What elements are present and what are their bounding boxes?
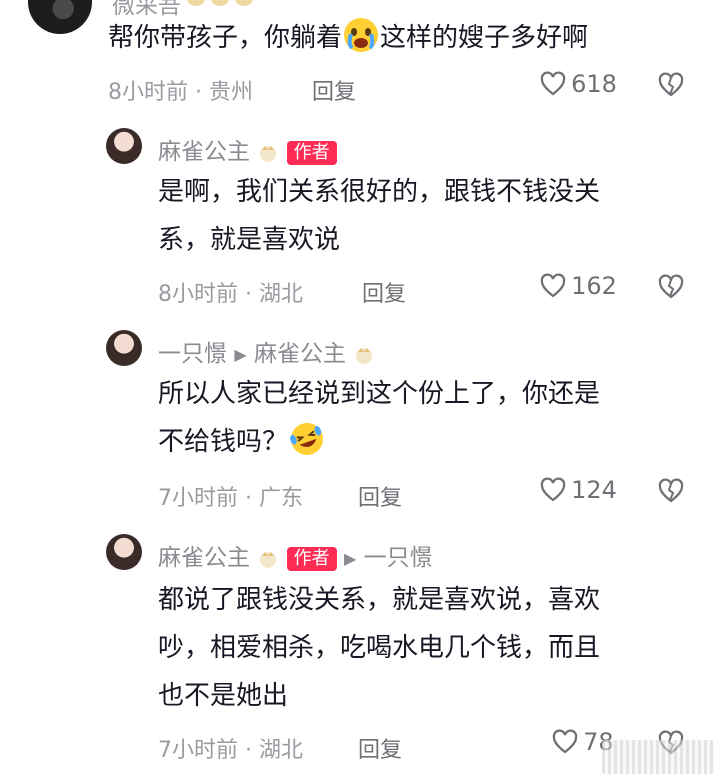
like-count: 618 [571,70,617,98]
username[interactable]: 麻雀公主 [158,545,250,571]
comment-text-part: 帮你带孩子，你躺着 [108,23,343,53]
dislike-button[interactable] [658,72,684,102]
location: 湖北 [259,282,304,307]
comment-text: 所以人家已经说到这个份上了，你还是 不给钱吗？ [158,370,600,466]
reply-button[interactable]: 回复 [358,480,402,512]
like-count: 124 [571,476,617,504]
separator: · [245,738,252,763]
separator: · [245,486,252,511]
like-button[interactable]: 618 [540,70,617,98]
emoji-badges [185,0,255,14]
reply-author: 一只憬 ▶ 麻雀公主 [158,334,375,368]
like-button[interactable]: 124 [540,476,617,504]
avatar[interactable] [106,330,142,366]
comment-line: 吵，相爱相杀，吃喝水电几个钱，而且 [158,633,601,663]
watermark [602,740,714,774]
like-button[interactable]: 162 [540,272,617,300]
comment-text: 帮你带孩子，你躺着 这样的嫂子多好啊 [108,14,588,62]
location: 广东 [259,486,304,511]
reply-to-username[interactable]: 一只憬 [364,545,433,571]
triangle-right-icon: ▶ [234,345,247,364]
comment-line: 也不是她出 [158,681,289,711]
timestamp: 7小时前 [158,738,238,763]
broken-heart-icon [658,478,684,503]
triangle-right-icon: ▶ [343,549,357,568]
author-badge: 作者 [286,140,337,165]
comment-meta: 7小时前 · 湖北 [158,732,303,764]
comment-line: 系，就是喜欢说 [158,225,341,255]
reply-author: 麻雀公主 作者 ▶ 一只憬 [158,538,433,572]
comment-meta: 7小时前 · 广东 [158,480,303,512]
comment-line: 是啊，我们关系很好的，跟钱不钱没关 [158,177,601,207]
crown-icon [260,145,277,162]
reply-button[interactable]: 回复 [362,276,406,308]
timestamp: 7小时前 [158,486,238,511]
broken-heart-icon [658,274,684,299]
avatar[interactable] [28,0,92,34]
crying-face-emoji [342,16,380,54]
author-badge: 作者 [286,546,337,571]
reply-button[interactable]: 回复 [358,732,402,764]
comment-text: 是啊，我们关系很好的，跟钱不钱没关 系，就是喜欢说 [158,168,600,264]
dislike-button[interactable] [658,274,684,304]
heart-outline-icon [540,477,566,502]
timestamp: 8小时前 [108,80,188,105]
heart-outline-icon [540,273,566,298]
avatar[interactable] [106,534,142,570]
reply-to-username[interactable]: 麻雀公主 [254,341,346,367]
comment-line: 都说了跟钱没关系，就是喜欢说，喜欢 [158,585,601,615]
dislike-button[interactable] [658,478,684,508]
comment-meta: 8小时前 · 湖北 [158,276,303,308]
comment-line: 所以人家已经说到这个份上了，你还是 [158,379,601,409]
crown-icon [260,551,277,568]
reply-author: 麻雀公主 作者 [158,132,337,166]
heart-outline-icon [552,729,578,754]
separator: · [245,282,252,307]
location: 湖北 [259,738,304,763]
separator: · [195,80,202,105]
reply-button[interactable]: 回复 [312,74,356,106]
heart-outline-icon [540,71,566,96]
comment-meta: 8小时前 · 贵州 [108,74,253,106]
location: 贵州 [209,80,254,105]
username[interactable]: 麻雀公主 [158,139,250,165]
like-count: 162 [571,272,617,300]
crown-icon [356,347,373,364]
comment-text: 都说了跟钱没关系，就是喜欢说，喜欢 吵，相爱相杀，吃喝水电几个钱，而且 也不是她… [158,576,600,720]
timestamp: 8小时前 [158,282,238,307]
comment-text-part: 这样的嫂子多好啊 [380,23,589,53]
broken-heart-icon [658,72,684,97]
laughing-face-emoji [288,420,326,458]
comment-line-with-emoji: 不给钱吗？ [158,418,600,466]
username[interactable]: 一只憬 [158,341,227,367]
comment-line: 不给钱吗？ [158,427,289,457]
avatar[interactable] [106,128,142,164]
